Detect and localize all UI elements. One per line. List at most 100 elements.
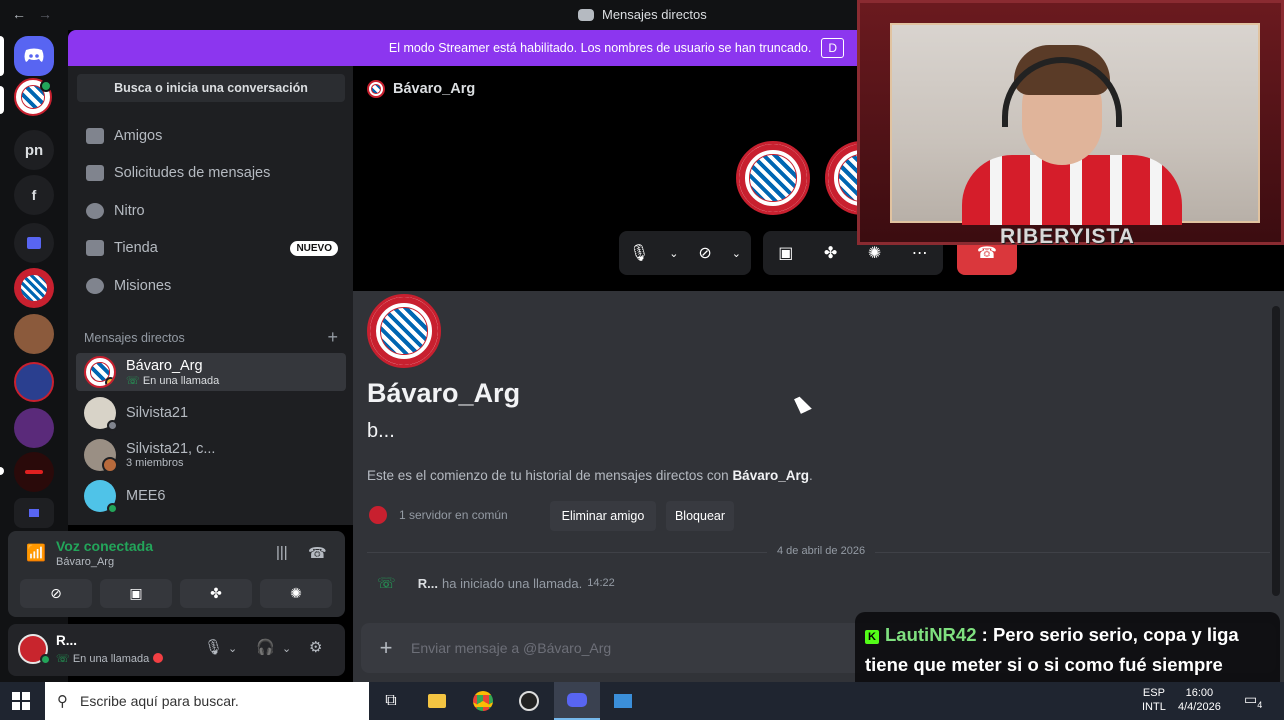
dm-sidebar: Busca o inicia una conversación Amigos S… <box>68 66 353 525</box>
discord-logo-icon <box>578 8 594 21</box>
keyboard-language[interactable]: ESP INTL <box>1142 686 1166 714</box>
mutual-servers[interactable]: 1 servidor en común <box>369 506 508 524</box>
video-off-icon[interactable]: ⊘ <box>698 243 711 263</box>
chevron-down-icon[interactable]: ⌄ <box>732 247 741 260</box>
activities-icon: ✤ <box>210 585 222 601</box>
user-name[interactable]: R... <box>56 633 77 648</box>
chrome-icon[interactable] <box>460 682 506 720</box>
screen-share-button[interactable]: ▣ <box>100 579 172 608</box>
caller-name[interactable]: R... <box>418 576 438 591</box>
disable-streamer-button[interactable]: D <box>821 38 844 58</box>
live-indicator <box>153 653 164 663</box>
call-participant-avatar[interactable] <box>736 141 810 215</box>
activities-button[interactable]: ✤ <box>180 579 252 608</box>
voice-channel[interactable]: Bávaro_Arg <box>56 556 114 568</box>
chevron-down-icon[interactable]: ⌄ <box>228 642 237 655</box>
windows-start-icon[interactable] <box>12 692 30 710</box>
video-off-button[interactable]: ⊘ <box>20 579 92 608</box>
profile-tagline: b... <box>367 420 395 442</box>
mail-icon <box>86 165 104 181</box>
create-dm-icon[interactable]: + <box>327 328 338 346</box>
status-dot <box>107 503 118 514</box>
streamer-banner-text: El modo Streamer está habilitado. Los no… <box>388 41 812 55</box>
nav-label: Nitro <box>114 203 145 219</box>
intro-name: Bávaro_Arg <box>732 468 809 483</box>
mic-icon[interactable]: 🎙 <box>204 638 223 656</box>
call-system-message: ☏ R... ha iniciado una llamada. 14:22 <box>377 574 615 592</box>
home-button[interactable] <box>14 36 54 76</box>
server-small[interactable] <box>14 498 54 528</box>
intro-suffix: . <box>808 468 813 483</box>
headphones-icon[interactable]: 🎧 <box>256 638 275 656</box>
call-header-name[interactable]: Bávaro_Arg <box>393 81 475 97</box>
screen-share-icon: ▣ <box>129 585 143 601</box>
forward-arrow-icon[interactable]: → <box>38 6 52 22</box>
dm-item-group[interactable]: Silvista21, c... 3 miembros <box>76 436 346 474</box>
server-photo[interactable] <box>14 314 54 354</box>
dm-item-bavaro[interactable]: Bávaro_Arg En una llamada <box>76 353 346 391</box>
webcam-video <box>890 23 1260 225</box>
notification-center-icon[interactable]: ▭4 <box>1244 692 1262 712</box>
folder-icon[interactable] <box>14 223 54 263</box>
clock[interactable]: 16:00 4/4/2026 <box>1178 686 1221 714</box>
task-view-icon[interactable]: ⧉ <box>368 682 414 720</box>
audio-video-controls: 🎙 ⌄ ⊘ ⌄ <box>619 231 751 275</box>
nav-nitro[interactable]: Nitro <box>76 194 346 228</box>
new-badge: NUEVO <box>290 240 338 256</box>
more-options-icon[interactable]: ⋯ <box>912 243 928 263</box>
chevron-down-icon[interactable]: ⌄ <box>282 642 291 655</box>
taskbar-search[interactable]: ⚲ Escribe aquí para buscar. <box>45 682 369 720</box>
chat-username: LautiNR42 <box>885 624 977 645</box>
server-bayern[interactable] <box>14 268 54 308</box>
voice-status[interactable]: Voz conectada <box>56 538 153 554</box>
profile-avatar[interactable] <box>367 294 441 368</box>
file-explorer-icon[interactable] <box>414 682 460 720</box>
remove-friend-button[interactable]: Eliminar amigo <box>550 501 656 531</box>
nav-shop[interactable]: Tienda NUEVO <box>76 231 346 265</box>
attach-plus-icon[interactable]: + <box>361 635 411 661</box>
nav-message-requests[interactable]: Solicitudes de mensajes <box>76 156 346 190</box>
obs-icon[interactable] <box>506 682 552 720</box>
signal-icon[interactable]: 📶 <box>26 543 46 563</box>
dm-item-silvista21[interactable]: Silvista21 <box>76 394 346 432</box>
activities-icon[interactable]: ✤ <box>824 243 837 263</box>
soundboard-icon[interactable]: ✺ <box>868 243 881 263</box>
scrollbar[interactable] <box>1272 306 1280 596</box>
back-arrow-icon[interactable]: ← <box>12 6 26 22</box>
taskbar-search-placeholder: Escribe aquí para buscar. <box>80 693 239 709</box>
settings-gear-icon[interactable]: ⚙ <box>309 638 322 656</box>
nav-label: Amigos <box>114 128 163 144</box>
dm-name: Bávaro_Arg <box>126 357 203 374</box>
server-pn[interactable]: pn <box>14 130 54 170</box>
server-san-lorenzo[interactable] <box>14 362 54 402</box>
block-button[interactable]: Bloquear <box>666 501 734 531</box>
nav-quests[interactable]: Misiones <box>76 269 346 303</box>
date-label: 4 de abril de 2026 <box>767 545 876 557</box>
noise-suppression-icon[interactable]: ||| <box>276 544 288 561</box>
dm-item-mee6[interactable]: MEE6 <box>76 477 346 515</box>
server-art[interactable] <box>14 408 54 448</box>
avatar <box>102 457 118 473</box>
streamer-label: RIBERYISTA <box>1000 225 1135 248</box>
screen-share-icon[interactable]: ▣ <box>778 243 793 263</box>
disconnect-icon[interactable]: ☎ <box>308 544 327 562</box>
composer-placeholder: Enviar mensaje a @Bávaro_Arg <box>411 640 612 656</box>
friends-icon <box>86 128 104 144</box>
shop-icon <box>86 240 104 256</box>
avatar <box>84 480 118 514</box>
group-avatar <box>84 439 118 473</box>
dm-name: Silvista21, c... <box>126 441 216 457</box>
mic-icon[interactable]: 🎙 <box>629 243 649 263</box>
find-conversation-button[interactable]: Busca o inicia una conversación <box>77 74 345 102</box>
server-red-eyes[interactable] <box>14 452 54 492</box>
nav-friends[interactable]: Amigos <box>76 119 346 153</box>
call-timestamp: 14:22 <box>587 577 615 589</box>
app-icon[interactable] <box>600 682 646 720</box>
chevron-down-icon[interactable]: ⌄ <box>669 247 678 260</box>
server-f[interactable]: f <box>14 175 54 215</box>
status-dot <box>107 420 118 431</box>
discord-taskbar-icon[interactable] <box>554 682 600 720</box>
soundboard-button[interactable]: ✺ <box>260 579 332 608</box>
discord-logo-icon <box>24 48 44 62</box>
call-message-text: ha iniciado una llamada. <box>442 575 583 591</box>
